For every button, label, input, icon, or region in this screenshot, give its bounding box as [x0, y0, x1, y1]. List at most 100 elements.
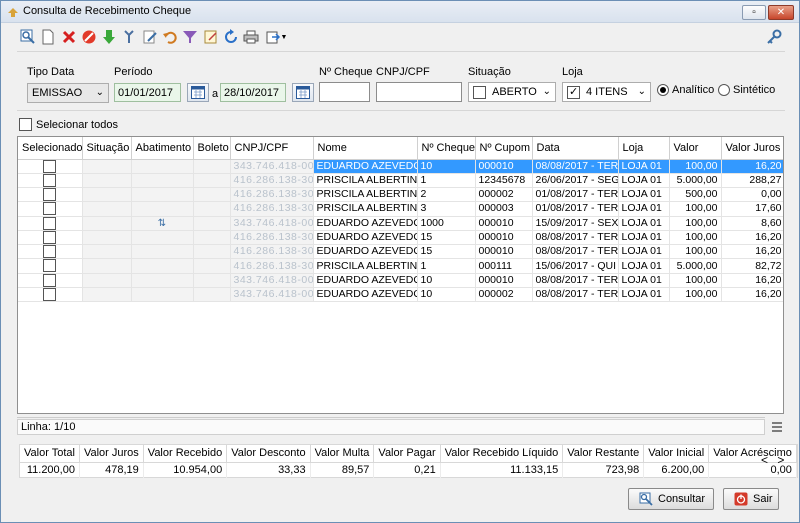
refresh-button[interactable]	[222, 28, 240, 46]
loja-checkbox[interactable]: ✓	[567, 85, 580, 99]
col-valor[interactable]: Valor	[669, 137, 722, 160]
menu-icon[interactable]	[771, 421, 783, 433]
row-select-cell[interactable]	[18, 258, 83, 274]
export-dropdown-button[interactable]: ▼	[263, 28, 289, 46]
cheque-input[interactable]	[319, 82, 370, 102]
col-selecionado[interactable]: Selecionado	[18, 137, 83, 160]
date-from-calendar-button[interactable]	[187, 83, 209, 102]
row-select-cell[interactable]	[18, 201, 83, 217]
close-button[interactable]: ✕	[768, 5, 794, 20]
cheque-cell: 15	[417, 244, 476, 260]
row-checkbox[interactable]	[43, 173, 57, 187]
row-select-cell[interactable]	[18, 173, 83, 189]
new-document-button[interactable]	[39, 28, 57, 46]
download-button[interactable]	[100, 28, 118, 46]
table-row[interactable]: 416.286.138-30 PRISCILA ALBERTINI 1 1234567…	[18, 173, 783, 189]
print-button[interactable]	[242, 28, 260, 46]
cnpj-cell: 343.746.418-00	[230, 273, 314, 289]
printer-icon	[243, 30, 259, 44]
sair-button[interactable]: Sair	[723, 488, 779, 510]
nome-cell: EDUARDO AZEVEDO	[313, 244, 418, 260]
col-cupom[interactable]: Nº Cupom	[475, 137, 533, 160]
col-nome[interactable]: Nome	[313, 137, 418, 160]
row-checkbox[interactable]	[43, 159, 57, 173]
cnpj-cell: 416.286.138-30	[230, 258, 314, 274]
row-checkbox[interactable]	[43, 259, 57, 273]
date-from-input[interactable]: 01/01/2017	[114, 83, 181, 102]
undo-button[interactable]	[161, 28, 179, 46]
minimize-button[interactable]: ▫	[742, 5, 766, 20]
date-to-input[interactable]: 28/10/2017	[220, 83, 286, 102]
row-select-cell[interactable]	[18, 244, 83, 260]
row-select-cell[interactable]	[18, 216, 83, 231]
row-checkbox[interactable]	[43, 230, 57, 244]
filter-panel: Tipo Data EMISSAO ⌄ Período 01/01/2017 a…	[17, 51, 785, 111]
row-checkbox[interactable]	[43, 202, 57, 216]
col-boleto[interactable]: Boleto	[193, 137, 231, 160]
delete-button[interactable]	[60, 28, 78, 46]
table-row[interactable]: 416.286.138-30 PRISCILA ALBERTINI 3 000003 0…	[18, 201, 783, 217]
data-cell: 08/08/2017 - TER	[532, 159, 619, 174]
app-icon	[8, 8, 18, 17]
boleto-cell	[193, 173, 231, 189]
sintetico-option[interactable]: Sintético	[718, 84, 775, 96]
table-row[interactable]: 416.286.138-30 PRISCILA ALBERTINI 2 000002 0…	[18, 187, 783, 203]
row-checkbox[interactable]	[43, 273, 57, 287]
loja-select[interactable]: ✓ 4 ITENS ⌄	[562, 82, 651, 102]
row-select-cell[interactable]	[18, 187, 83, 203]
select-all-checkbox[interactable]	[19, 118, 32, 131]
col-situacao[interactable]: Situação	[82, 137, 132, 160]
date-to-calendar-button[interactable]	[292, 83, 314, 102]
table-row[interactable]: 343.746.418-00 EDUARDO AZEVEDO 10 000010 08/…	[18, 273, 783, 289]
row-checkbox[interactable]	[43, 288, 57, 301]
tipo-data-select[interactable]: EMISSAO ⌄	[27, 83, 109, 103]
boleto-cell	[193, 159, 231, 174]
tools-button[interactable]	[120, 28, 138, 46]
table-row[interactable]: 416.286.138-30 EDUARDO AZEVEDO 15 000010 08/…	[18, 230, 783, 246]
col-juros[interactable]: Valor Juros	[721, 137, 783, 160]
totals-header-row: Valor Total Valor Juros Valor Recebido Valo…	[20, 445, 797, 463]
table-row[interactable]: 416.286.138-30 EDUARDO AZEVEDO 15 000010 08/…	[18, 244, 783, 260]
row-checkbox[interactable]	[43, 216, 57, 230]
chevron-down-icon: ▼	[280, 33, 288, 41]
next-arrow-button[interactable]: >	[777, 453, 784, 467]
row-checkbox[interactable]	[43, 188, 57, 201]
arrows-icon[interactable]: ⇅	[158, 218, 166, 229]
col-abatimento[interactable]: Abatimento	[131, 137, 194, 160]
boleto-cell	[193, 258, 231, 274]
consultar-button[interactable]: Consultar	[628, 488, 714, 510]
table-row[interactable]: ⇅ 343.746.418-00 EDUARDO AZEVEDO 1000 000010…	[18, 216, 783, 231]
table-row[interactable]: 343.746.418-00 EDUARDO AZEVEDO 10 000010 08/…	[18, 159, 783, 174]
analitico-option[interactable]: Analítico	[657, 84, 714, 96]
row-select-cell[interactable]	[18, 230, 83, 246]
sintetico-radio[interactable]	[718, 84, 730, 96]
col-cnpj[interactable]: CNPJ/CPF	[230, 137, 314, 160]
row-select-cell[interactable]	[18, 159, 83, 174]
table-row[interactable]: 416.286.138-30 PRISCILA ALBERTINI 1 000111 1…	[18, 258, 783, 274]
search-tool-button[interactable]	[19, 28, 37, 46]
table-row[interactable]: 343.746.418-00 EDUARDO AZEVEDO 10 000002 08/…	[18, 287, 783, 303]
select-all[interactable]: Selecionar todos	[19, 118, 118, 131]
total-label: Valor Pagar	[373, 445, 441, 463]
col-loja[interactable]: Loja	[618, 137, 670, 160]
totals-table: Valor Total Valor Juros Valor Recebido Valo…	[20, 445, 797, 478]
prev-arrow-button[interactable]: <	[761, 453, 768, 467]
cnpj-input[interactable]	[376, 82, 462, 102]
row-select-cell[interactable]	[18, 273, 83, 289]
key-button[interactable]	[765, 28, 783, 46]
situacao-checkbox[interactable]	[473, 85, 486, 99]
situacao-cell	[82, 201, 132, 217]
situacao-select[interactable]: ABERTO ⌄	[468, 82, 556, 102]
filter-button[interactable]	[181, 28, 199, 46]
horizontal-scrollbar[interactable]	[17, 415, 765, 418]
analitico-radio[interactable]	[657, 84, 669, 96]
row-checkbox[interactable]	[43, 245, 57, 258]
col-data[interactable]: Data	[532, 137, 619, 160]
col-cheque[interactable]: Nº Cheque	[417, 137, 476, 160]
cheque-cell: 2	[417, 187, 476, 203]
cancel-button[interactable]	[80, 28, 98, 46]
notes-button[interactable]	[202, 28, 220, 46]
edit-button[interactable]	[141, 28, 159, 46]
row-select-cell[interactable]	[18, 287, 83, 303]
abatimento-cell[interactable]: ⇅	[131, 216, 194, 231]
